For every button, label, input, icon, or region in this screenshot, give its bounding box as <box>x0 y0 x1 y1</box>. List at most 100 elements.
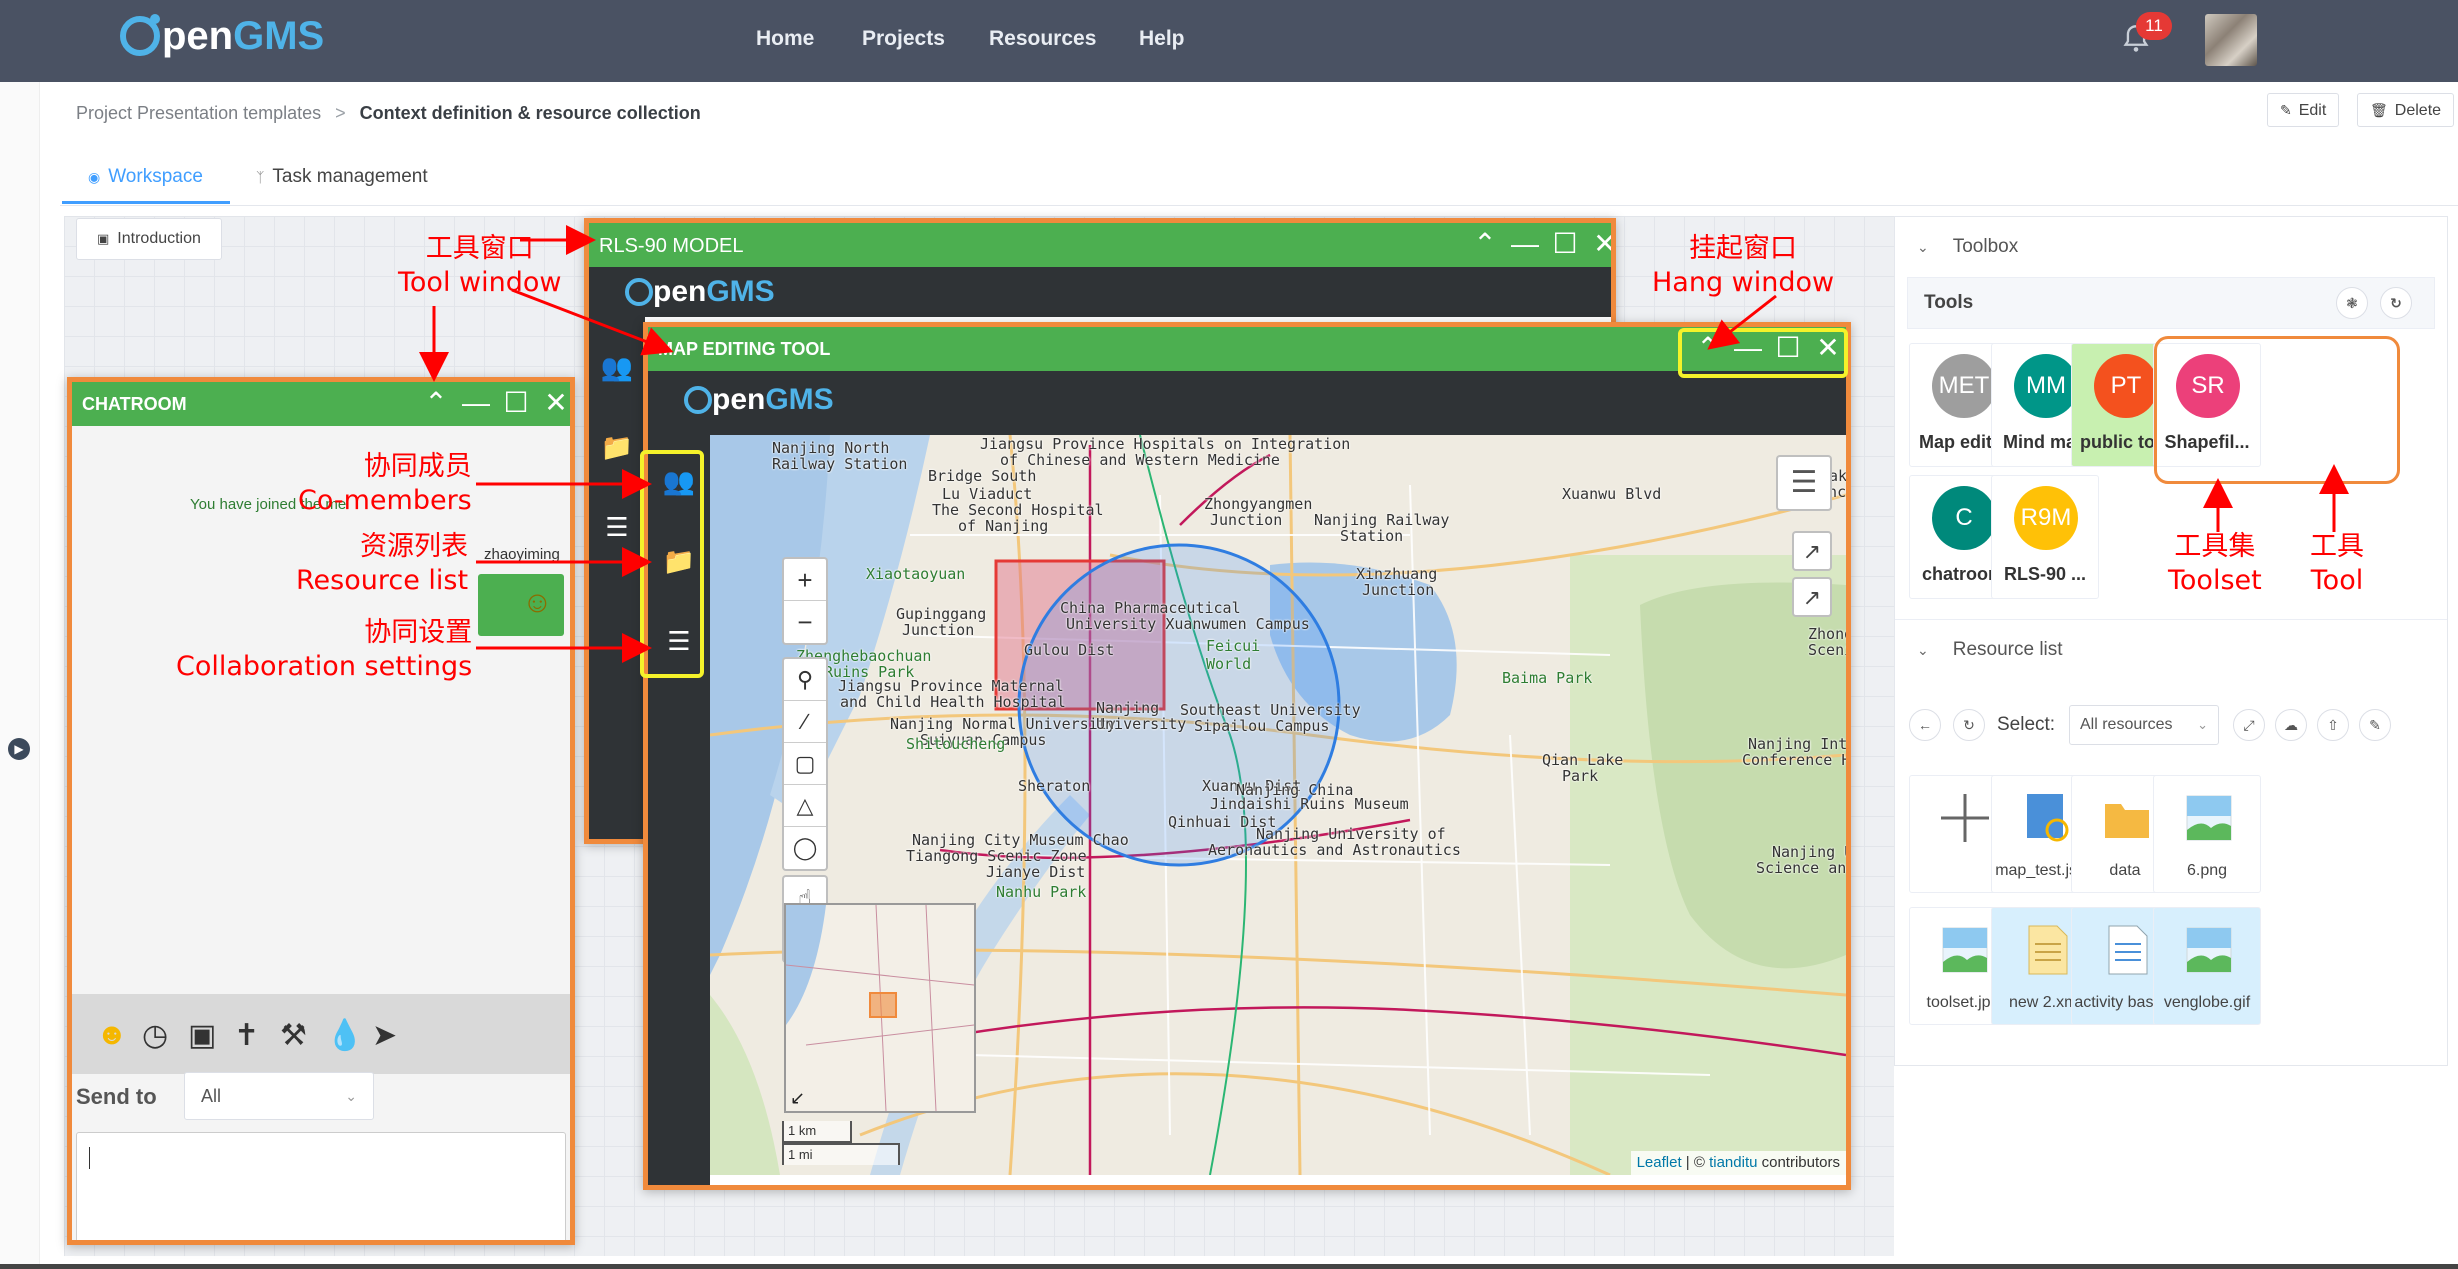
tab-task-management[interactable]: ᛉ Task management <box>256 166 428 188</box>
image-icon[interactable]: ▣ <box>188 1018 216 1053</box>
window-header[interactable]: CHATROOM ⌃ — ☐ ✕ <box>72 382 570 426</box>
top-navbar: penGMS Home Projects Resources Help 11 <box>0 0 2458 82</box>
edit-icon[interactable]: ✎ <box>2359 709 2391 741</box>
window-header[interactable]: MAP EDITING TOOL ⌃ — ☐ ✕ <box>648 327 1846 371</box>
select-label: Select: <box>1997 714 2056 735</box>
opengms-logo[interactable]: penGMS <box>120 6 324 66</box>
settings-list-icon[interactable]: ☰ <box>599 509 635 545</box>
hammer-icon[interactable]: ⚒ <box>280 1018 307 1053</box>
export-icon[interactable]: ↗ <box>1792 531 1832 571</box>
message-input[interactable] <box>76 1132 566 1240</box>
shuffle-icon[interactable]: ⤢ <box>2233 709 2265 741</box>
map-label: Nanhu Park <box>996 883 1087 901</box>
plugin-icon[interactable]: ❃ <box>2336 287 2368 319</box>
cloud-icon[interactable]: ☁ <box>2275 709 2307 741</box>
members-icon[interactable]: 👥 <box>599 349 635 385</box>
close-icon[interactable]: ✕ <box>1589 229 1611 261</box>
window-logo: penGMS <box>625 275 775 309</box>
back-icon[interactable]: ← <box>1909 709 1941 741</box>
introduction-button[interactable]: ▣ Introduction <box>76 218 222 260</box>
draw-toolbar: ⚲ ∕ ▢ △ ◯ <box>782 657 828 871</box>
leaflet-link[interactable]: Leaflet <box>1637 1154 1682 1171</box>
tool-card[interactable]: R9M RLS-90 ... <box>1991 475 2099 599</box>
logo-suffix: GMS <box>233 13 325 58</box>
tool-cn: 工具 <box>2310 531 2364 562</box>
rectangle-icon[interactable]: ▢ <box>784 743 826 785</box>
minimize-icon[interactable]: — <box>1509 229 1541 261</box>
minimap-toggle-icon[interactable]: ↙ <box>790 1088 805 1109</box>
scale-bar: 1 km 1 mi <box>782 1121 900 1167</box>
refresh-icon[interactable]: ↻ <box>1953 709 1985 741</box>
logo-text: pen <box>653 275 707 308</box>
user-avatar[interactable] <box>2205 14 2257 66</box>
map-editing-tool-window[interactable]: MAP EDITING TOOL ⌃ — ☐ ✕ penGMS 👥 📁 ☰ Ji… <box>643 322 1851 1190</box>
send-to-select[interactable]: All ⌄ <box>184 1072 374 1120</box>
minimap[interactable]: ↙ <box>784 903 976 1113</box>
resource-filter-select[interactable]: All resources ⌄ <box>2069 705 2219 745</box>
tool-avatar: MM <box>2014 354 2078 418</box>
logo-suffix: GMS <box>765 383 834 416</box>
scale-mi: 1 mi <box>782 1143 900 1165</box>
drop-icon[interactable]: 💧 <box>326 1018 363 1053</box>
nav-help[interactable]: Help <box>1139 27 1185 51</box>
chevron-down-icon: ⌄ <box>1917 642 1929 658</box>
minimize-icon[interactable]: — <box>460 388 492 420</box>
map-label: Xiaotaoyuan <box>866 565 966 583</box>
window-controls-highlight <box>1678 328 1848 378</box>
upload-icon[interactable]: ⇧ <box>2317 709 2349 741</box>
polygon-icon[interactable]: △ <box>784 785 826 827</box>
tool-en: Tool <box>2310 565 2364 596</box>
breadcrumb-parent[interactable]: Project Presentation templates <box>76 103 321 123</box>
tab-workspace[interactable]: ◉ Workspace <box>88 166 203 188</box>
zoom-in-button[interactable]: + <box>784 559 826 601</box>
send-to-value: All <box>201 1086 222 1106</box>
window-title: RLS-90 MODEL <box>599 235 744 257</box>
resource-list-en: Resource list <box>296 565 469 596</box>
map-label: Junction <box>1362 581 1435 599</box>
page-root: penGMS Home Projects Resources Help 11 ▶… <box>0 0 2458 1269</box>
clock-icon[interactable]: ◷ <box>142 1018 168 1053</box>
logo-text: pen <box>162 13 234 58</box>
chevron-down-icon: ⌄ <box>345 1088 357 1104</box>
zoom-out-button[interactable]: − <box>784 601 826 643</box>
edit-button[interactable]: ✎ Edit <box>2267 93 2340 127</box>
refresh-icon[interactable]: ↻ <box>2380 287 2412 319</box>
collapse-icon[interactable]: ⌃ <box>1469 229 1501 261</box>
maximize-icon[interactable]: ☐ <box>1549 229 1581 261</box>
send-icon[interactable]: ➤ <box>372 1018 397 1053</box>
resource-header[interactable]: ⌄ Resource list <box>1895 619 2447 679</box>
window-logo-bar: penGMS <box>648 371 1846 435</box>
nav-home[interactable]: Home <box>756 27 814 51</box>
scale-km: 1 km <box>782 1121 852 1143</box>
circle-icon[interactable]: ◯ <box>784 827 826 869</box>
message-username: zhaoyiming <box>484 546 560 563</box>
collapse-icon[interactable]: ⌃ <box>420 388 452 420</box>
polyline-icon[interactable]: ∕ <box>784 701 826 743</box>
resource-card[interactable]: 6.png <box>2153 775 2261 893</box>
window-header[interactable]: RLS-90 MODEL ⌃ — ☐ ✕ <box>589 223 1611 267</box>
layers-icon[interactable]: ☰ <box>1776 455 1832 511</box>
marker-icon[interactable]: ⚲ <box>784 659 826 701</box>
emoji-icon[interactable]: ☻ <box>96 1018 128 1052</box>
tool-window-cn: 工具窗口 <box>425 233 534 264</box>
maximize-icon[interactable]: ☐ <box>500 388 532 420</box>
tianditu-link[interactable]: tianditu <box>1709 1154 1757 1171</box>
minimap-layer <box>786 905 974 1111</box>
leaflet-map[interactable]: Jiangsu Province Hospitals on Integratio… <box>710 435 1846 1175</box>
toolbox-header[interactable]: ⌄ Toolbox <box>1895 217 2447 277</box>
person-icon[interactable]: ✝ <box>234 1018 259 1053</box>
close-icon[interactable]: ✕ <box>540 388 570 420</box>
folder-icon[interactable]: 📁 <box>599 429 635 465</box>
window-controls: ⌃ — ☐ ✕ <box>412 388 570 420</box>
delete-button[interactable]: 🗑 Delete <box>2357 93 2455 127</box>
nav-projects[interactable]: Projects <box>862 27 945 51</box>
expand-sidebar-icon[interactable]: ▶ <box>8 738 30 760</box>
nav-resources[interactable]: Resources <box>989 27 1096 51</box>
bottom-border <box>0 1264 2458 1269</box>
annotation-collab-settings: 协同设置 Collaboration settings <box>176 616 472 684</box>
plus-icon <box>1937 790 1993 846</box>
toolset-highlight <box>2154 336 2400 484</box>
share-icon[interactable]: ↗ <box>1792 577 1832 617</box>
resource-card[interactable]: venglobe.gif <box>2153 907 2261 1025</box>
smiley-icon: ☺ <box>522 586 553 619</box>
